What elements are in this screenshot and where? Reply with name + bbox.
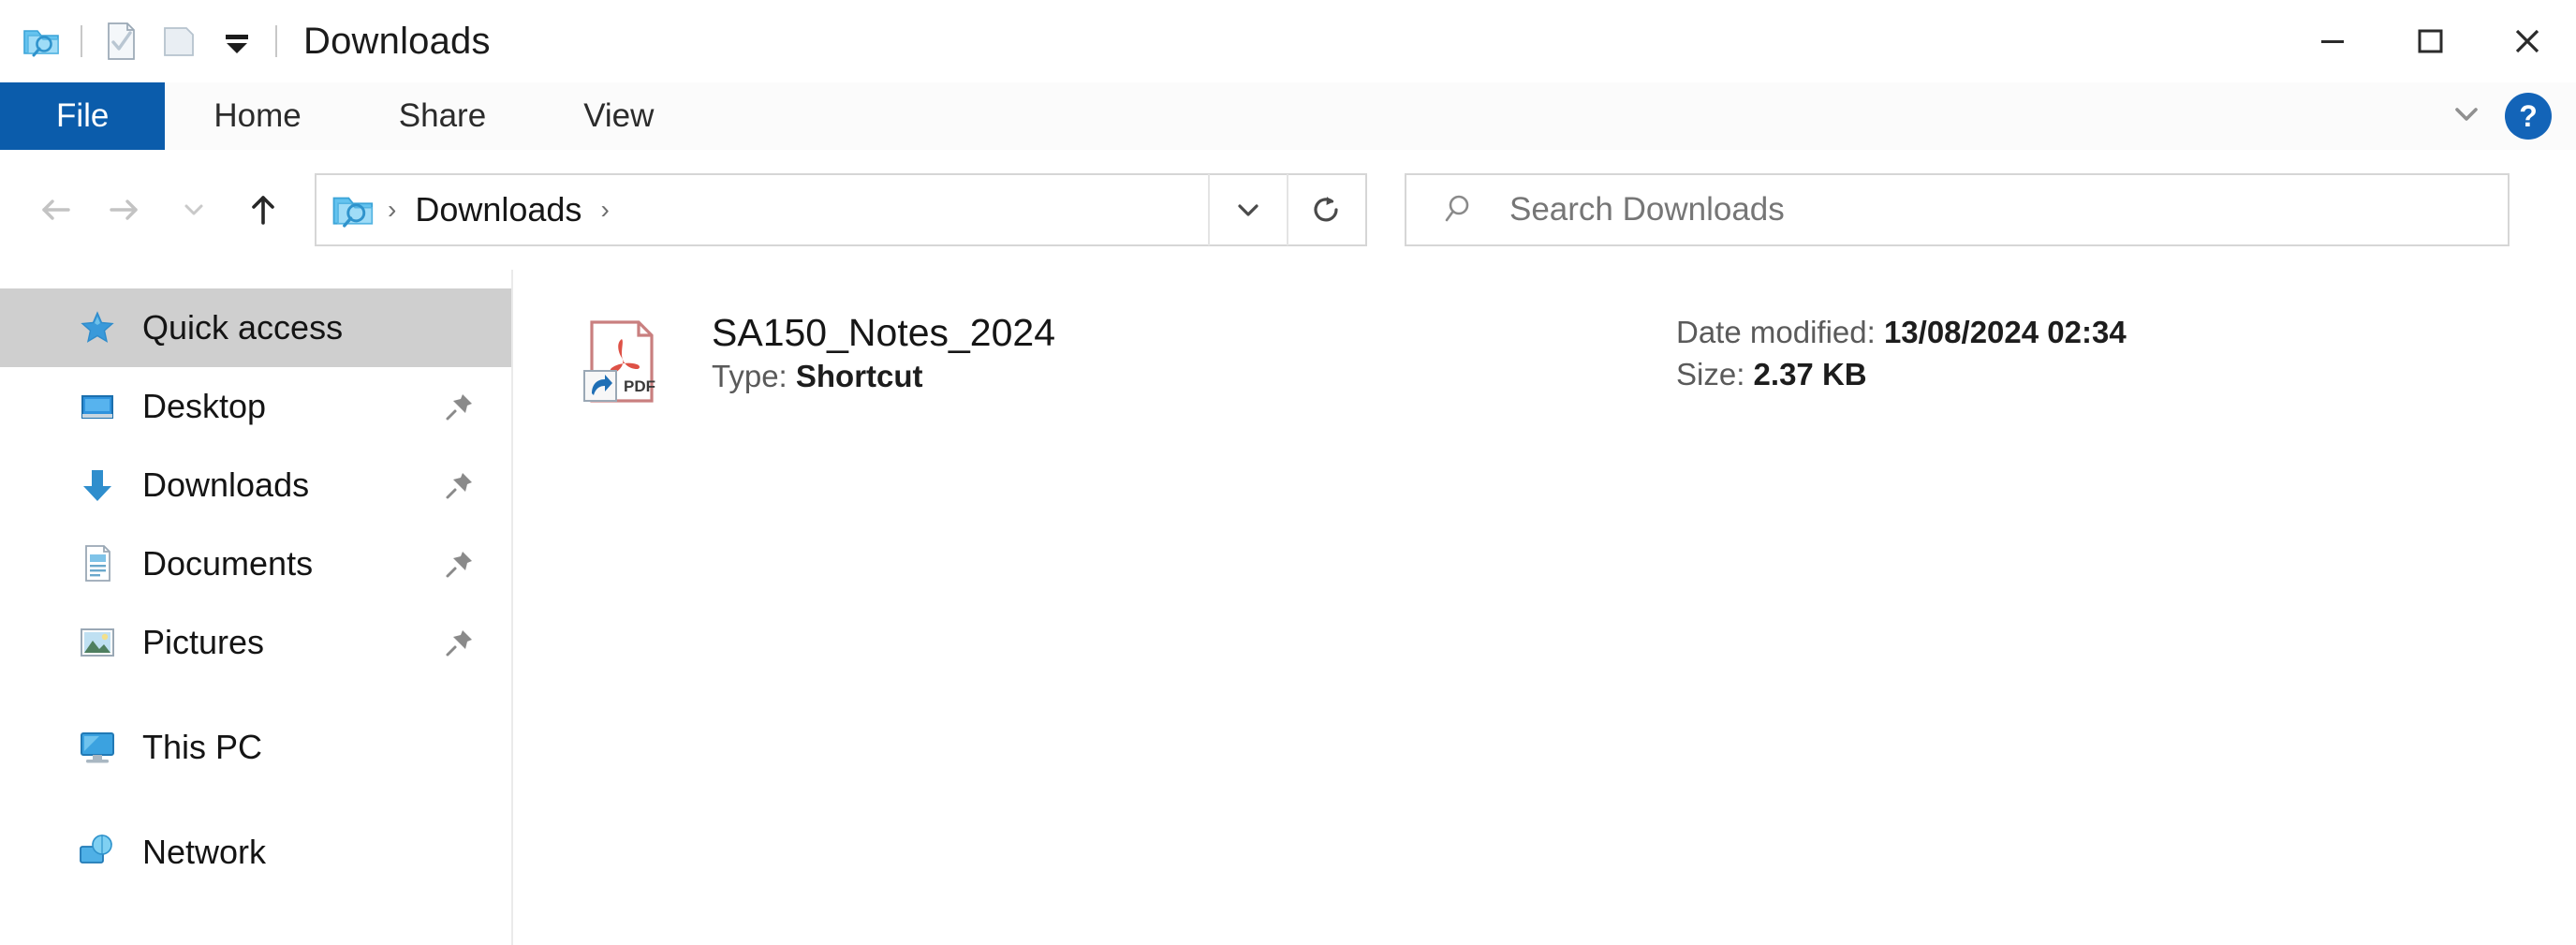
file-type-value: Shortcut (795, 359, 923, 394)
sidebar-item-network[interactable]: Network (0, 813, 511, 892)
tab-share[interactable]: Share (350, 82, 535, 150)
expand-ribbon-chevron-down-icon[interactable] (2445, 93, 2488, 140)
sidebar-item-label: Downloads (142, 465, 310, 504)
file-metadata: Date modified: 13/08/2024 02:34 Size: 2.… (1676, 315, 2127, 391)
network-icon (73, 828, 122, 877)
file-list-pane[interactable]: PDF SA150_Notes_2024 Type: Shortcut Date… (515, 270, 2576, 945)
sidebar-item-label: Quick access (142, 308, 344, 347)
minimize-button[interactable] (2284, 0, 2381, 82)
toolbar-separator-2 (275, 25, 277, 57)
sidebar-item-documents[interactable]: Documents (0, 524, 511, 603)
file-size-value: 2.37 KB (1753, 356, 1867, 391)
breadcrumb-item-downloads[interactable]: Downloads (405, 190, 591, 229)
sidebar-item-pictures[interactable]: Pictures (0, 603, 511, 682)
date-modified-value: 13/08/2024 02:34 (1883, 315, 2127, 349)
properties-icon[interactable] (92, 12, 150, 70)
svg-text:PDF: PDF (624, 377, 655, 395)
customize-qat-icon[interactable] (208, 12, 266, 70)
tab-home[interactable]: Home (165, 82, 349, 150)
sidebar-item-label: Documents (142, 544, 314, 583)
close-button[interactable] (2479, 0, 2576, 82)
maximize-button[interactable] (2381, 0, 2479, 82)
back-button[interactable] (21, 175, 90, 244)
breadcrumb[interactable]: › Downloads › (316, 185, 1208, 234)
sidebar-item-quick-access[interactable]: Quick access (0, 288, 511, 367)
file-size: Size: 2.37 KB (1676, 356, 2127, 391)
navigation-pane: Quick access Desktop Downloads Documents… (0, 270, 513, 945)
tab-file[interactable]: File (0, 82, 166, 150)
search-box[interactable]: Search Downloads (1405, 173, 2510, 246)
file-type: Type: Shortcut (712, 359, 1055, 394)
sidebar-item-label: Desktop (142, 387, 267, 425)
sidebar-item-label: Pictures (142, 623, 265, 661)
list-item[interactable]: PDF SA150_Notes_2024 Type: Shortcut Date… (571, 309, 2528, 412)
tab-view[interactable]: View (535, 82, 702, 150)
desktop-icon (73, 382, 122, 431)
file-size-label: Size: (1676, 356, 1745, 391)
file-type-label: Type: (712, 359, 788, 394)
forward-button[interactable] (90, 175, 159, 244)
help-icon[interactable]: ? (2505, 93, 2552, 140)
address-bar[interactable]: › Downloads › (315, 173, 1367, 246)
ribbon-right-controls: ? (2445, 82, 2576, 150)
search-icon (1440, 188, 1483, 231)
sidebar-item-desktop[interactable]: Desktop (0, 367, 511, 446)
quick-access-toolbar (0, 0, 287, 82)
new-folder-icon[interactable] (150, 12, 208, 70)
pin-icon[interactable] (442, 625, 478, 660)
pin-icon[interactable] (442, 546, 478, 582)
search-input[interactable]: Search Downloads (1509, 191, 1785, 229)
ribbon-tab-bar: File Home Share View ? (0, 82, 2576, 152)
date-modified-label: Date modified: (1676, 315, 1876, 349)
breadcrumb-separator-1: › (388, 195, 397, 224)
explorer-icon[interactable] (13, 12, 71, 70)
this-pc-icon (73, 723, 122, 772)
up-button[interactable] (228, 175, 298, 244)
downloads-arrow-icon (73, 461, 122, 509)
window-controls (2284, 0, 2576, 82)
star-icon (73, 303, 122, 352)
pin-icon[interactable] (442, 389, 478, 424)
breadcrumb-separator-2[interactable]: › (595, 195, 614, 225)
toolbar-separator-1 (81, 25, 82, 57)
address-toolbar: › Downloads › Search Downloads (0, 150, 2576, 270)
sidebar-item-this-pc[interactable]: This PC (0, 708, 511, 787)
title-bar: Downloads (0, 0, 2576, 82)
sidebar-item-downloads[interactable]: Downloads (0, 446, 511, 524)
refresh-icon[interactable] (1287, 174, 1365, 245)
sidebar-item-label: This PC (142, 728, 263, 766)
sidebar-item-label: Network (142, 833, 267, 871)
window-title: Downloads (303, 20, 491, 62)
date-modified: Date modified: 13/08/2024 02:34 (1676, 315, 2127, 349)
pictures-icon (73, 618, 122, 667)
recent-locations-button[interactable] (159, 175, 228, 244)
pin-icon[interactable] (442, 467, 478, 503)
address-dropdown-chevron-down-icon[interactable] (1208, 174, 1287, 245)
pdf-shortcut-icon: PDF (571, 313, 669, 410)
documents-icon (73, 539, 122, 588)
file-text-block: SA150_Notes_2024 Type: Shortcut (712, 309, 1055, 393)
downloads-folder-icon (330, 185, 378, 234)
file-name[interactable]: SA150_Notes_2024 (712, 312, 1055, 353)
